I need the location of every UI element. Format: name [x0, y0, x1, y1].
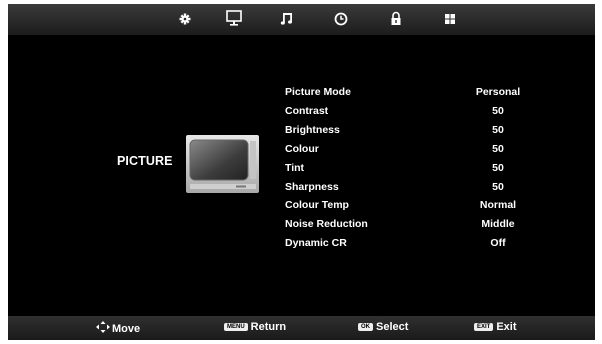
setting-value: Off: [490, 237, 506, 250]
setting-row-picture-mode[interactable]: Picture Mode Personal: [280, 84, 550, 100]
menu-key: MENU: [224, 323, 248, 331]
setting-label: Brightness: [285, 123, 340, 136]
select-label: Select: [376, 321, 409, 333]
setting-label: Dynamic CR: [285, 237, 347, 250]
setting-row-brightness[interactable]: Brightness 50: [280, 122, 550, 138]
setting-label: Picture Mode: [285, 86, 351, 98]
setting-label: Colour Temp: [285, 199, 349, 212]
tv-menu-screen: PICTURE Picture Mode Personal Contrast 50 Br…: [8, 4, 595, 340]
setting-value: 50: [492, 161, 504, 174]
setting-row-contrast[interactable]: Contrast 50: [280, 103, 550, 119]
select-hint[interactable]: OK Select: [358, 321, 408, 335]
setting-row-dynamic-cr[interactable]: Dynamic CR Off: [280, 235, 550, 251]
setting-row-tint[interactable]: Tint 50: [280, 160, 550, 176]
return-label: Return: [250, 321, 287, 333]
exit-label: Exit: [496, 321, 517, 333]
setting-row-colour-temp[interactable]: Colour Temp Normal: [280, 197, 550, 213]
move-label: Move: [112, 323, 141, 335]
setting-value: 50: [492, 180, 504, 193]
exit-hint[interactable]: EXIT Exit: [474, 321, 517, 335]
setting-label: Colour: [285, 142, 319, 155]
setting-label: Contrast: [285, 104, 329, 117]
setting-label: Tint: [285, 161, 305, 174]
picture-settings-list: Picture Mode Personal Contrast 50 Brightness…: [8, 4, 595, 304]
hint-bar: Move MENU Return OK Select EXIT Exit: [8, 316, 595, 340]
dpad-arrows-icon: [96, 321, 110, 333]
ok-key: OK: [358, 323, 373, 331]
setting-row-colour[interactable]: Colour 50: [280, 141, 550, 157]
setting-value: 50: [492, 123, 504, 136]
setting-row-noise-reduction[interactable]: Noise Reduction Middle: [280, 216, 550, 232]
setting-value: Middle: [481, 218, 515, 231]
setting-value: 50: [492, 142, 504, 155]
setting-value: 50: [492, 104, 504, 117]
move-hint: Move: [96, 321, 140, 335]
setting-value: Personal: [475, 86, 521, 98]
setting-label: Noise Reduction: [285, 218, 368, 231]
return-hint[interactable]: MENU Return: [224, 321, 286, 335]
setting-label: Sharpness: [285, 180, 339, 193]
setting-value: Normal: [479, 199, 517, 212]
setting-row-sharpness[interactable]: Sharpness 50: [280, 179, 550, 195]
exit-key: EXIT: [474, 323, 494, 331]
